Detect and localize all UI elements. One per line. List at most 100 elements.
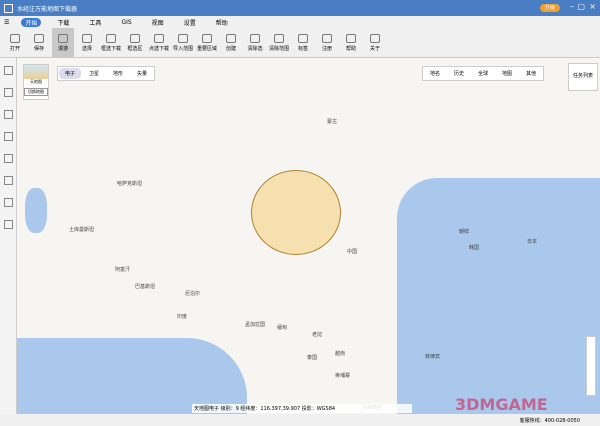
tool-icon	[274, 33, 284, 43]
toolbar-button[interactable]: 清除选	[244, 28, 266, 57]
tool-icon[interactable]	[4, 88, 13, 97]
toolbar-button[interactable]: 清除范围	[268, 28, 290, 57]
tool-icon	[178, 33, 188, 43]
tab-electronic[interactable]: 电子	[59, 68, 82, 79]
toolbar-button[interactable]: 框选下载	[100, 28, 122, 57]
tool-icon	[370, 33, 380, 43]
tool-label: 点选下载	[148, 45, 169, 52]
minimize-icon[interactable]: –	[570, 2, 574, 11]
tool-icon[interactable]	[4, 198, 13, 207]
map-label: 泰国	[307, 355, 318, 361]
map-label: 尼泊尔	[185, 291, 201, 297]
task-list-button[interactable]: 任务列表	[568, 63, 598, 91]
tool-icon[interactable]	[4, 132, 13, 141]
toolbar-button[interactable]: 重要区域	[196, 28, 218, 57]
upgrade-badge[interactable]: 升级	[540, 4, 560, 12]
tab-other[interactable]: 其他	[519, 67, 543, 80]
tab-placename[interactable]: 地名	[423, 67, 447, 80]
toolbar-button[interactable]: 创建	[220, 28, 242, 57]
toolbar-button[interactable]: 打开	[4, 28, 26, 57]
hamburger-icon[interactable]: ☰	[4, 19, 9, 26]
map-label: 老挝	[312, 332, 323, 338]
menu-tools[interactable]: 工具	[85, 18, 105, 27]
tool-icon	[58, 33, 68, 43]
zoom-control[interactable]	[586, 336, 596, 396]
close-icon[interactable]: ×	[589, 2, 596, 11]
map-label: 菲律宾	[425, 354, 441, 360]
menu-gis[interactable]: GIS	[117, 19, 135, 26]
toolbar-button[interactable]: 注册	[316, 28, 338, 57]
tool-label: 创建	[225, 45, 236, 52]
tool-label: 框选下载	[100, 45, 121, 52]
tool-icon[interactable]	[4, 176, 13, 185]
tab-satellite[interactable]: 卫星	[83, 68, 105, 79]
app-logo-icon	[4, 3, 13, 13]
tool-label: 漫游	[57, 45, 68, 52]
tool-icon[interactable]	[4, 154, 13, 163]
tool-label: 重要区域	[196, 45, 217, 52]
map-canvas[interactable]: 天地图 切换地图 电子 卫星 地形 矢量 地名 历史 全球 地图 其他 任务列表…	[17, 58, 600, 414]
menu-settings[interactable]: 设置	[180, 18, 200, 27]
toolbar-button[interactable]: 漫游	[52, 28, 74, 57]
toolbar-button[interactable]: 点选下载	[148, 28, 170, 57]
map-label: 土库曼斯坦	[69, 227, 95, 233]
tool-icon	[154, 33, 164, 43]
tool-label: 选择	[81, 45, 92, 52]
toolbar-button[interactable]: 关于	[364, 28, 386, 57]
map-label: 缅甸	[277, 325, 288, 331]
tab-history[interactable]: 历史	[447, 67, 471, 80]
tab-map[interactable]: 地图	[495, 67, 519, 80]
tool-icon	[322, 33, 332, 43]
tool-label: 关于	[369, 45, 380, 52]
tool-label: 标签	[297, 45, 308, 52]
tool-icon	[130, 33, 140, 43]
tool-icon	[250, 33, 260, 43]
toolbar-button[interactable]: 导入范围	[172, 28, 194, 57]
tool-label: 框选区	[127, 45, 143, 52]
toolbar-button[interactable]: 标签	[292, 28, 314, 57]
map-label: 越南	[335, 351, 346, 357]
toolbar-button[interactable]: 框选区	[124, 28, 146, 57]
tool-label: 注册	[321, 45, 332, 52]
caspian-sea	[25, 188, 47, 233]
maximize-icon[interactable]: ▢	[577, 2, 585, 11]
toolbar-button[interactable]: 选择	[76, 28, 98, 57]
tool-label: 清除选	[247, 45, 263, 52]
selected-region[interactable]	[251, 170, 341, 255]
menu-view[interactable]: 视图	[148, 18, 168, 27]
tool-icon	[202, 33, 212, 43]
map-label: 孟加拉国	[245, 322, 266, 328]
tool-icon	[298, 33, 308, 43]
pacific-ocean	[397, 178, 600, 414]
tool-label: 导入范围	[172, 45, 193, 52]
tool-icon	[226, 33, 236, 43]
menu-start[interactable]: 开始	[21, 17, 42, 27]
menu-bar: ☰ 开始 下载 工具 GIS 视图 设置 帮助	[0, 16, 600, 28]
tab-global[interactable]: 全球	[471, 67, 495, 80]
toolbar-button[interactable]: 保存	[28, 28, 50, 57]
map-label: 日本	[527, 239, 538, 245]
tool-icon	[10, 33, 20, 43]
tool-icon[interactable]	[4, 220, 13, 229]
map-source-thumbnail[interactable]: 天地图 切换地图	[23, 64, 49, 100]
toolbar: 打开 保存 漫游 选择 框选下载 框选区 点选下载 导入范围 重要区域 创建 清除选 清除范围 标签 注册…	[0, 28, 600, 58]
tab-terrain[interactable]: 地形	[107, 68, 129, 79]
menu-help[interactable]: 帮助	[212, 18, 232, 27]
toolbar-button[interactable]: 帮助	[340, 28, 362, 57]
switch-map-button[interactable]: 切换地图	[24, 88, 48, 96]
tab-vector[interactable]: 矢量	[131, 68, 153, 79]
layer-tabs: 地名 历史 全球 地图 其他	[422, 66, 545, 81]
tool-icon	[106, 33, 116, 43]
tool-icon[interactable]	[4, 66, 13, 75]
menu-download[interactable]: 下载	[53, 18, 73, 27]
map-label: 朝鲜	[459, 229, 470, 235]
tool-icon[interactable]	[4, 110, 13, 119]
map-label: 中国	[347, 249, 358, 255]
map-label: 柬埔寨	[335, 373, 351, 379]
map-label: 印度	[177, 314, 188, 320]
tool-icon	[346, 33, 356, 43]
tool-label: 清除范围	[268, 45, 289, 52]
thumb-caption: 天地图	[30, 79, 42, 84]
left-toolbar	[0, 58, 17, 426]
watermark: 3DMGAME	[455, 395, 548, 414]
